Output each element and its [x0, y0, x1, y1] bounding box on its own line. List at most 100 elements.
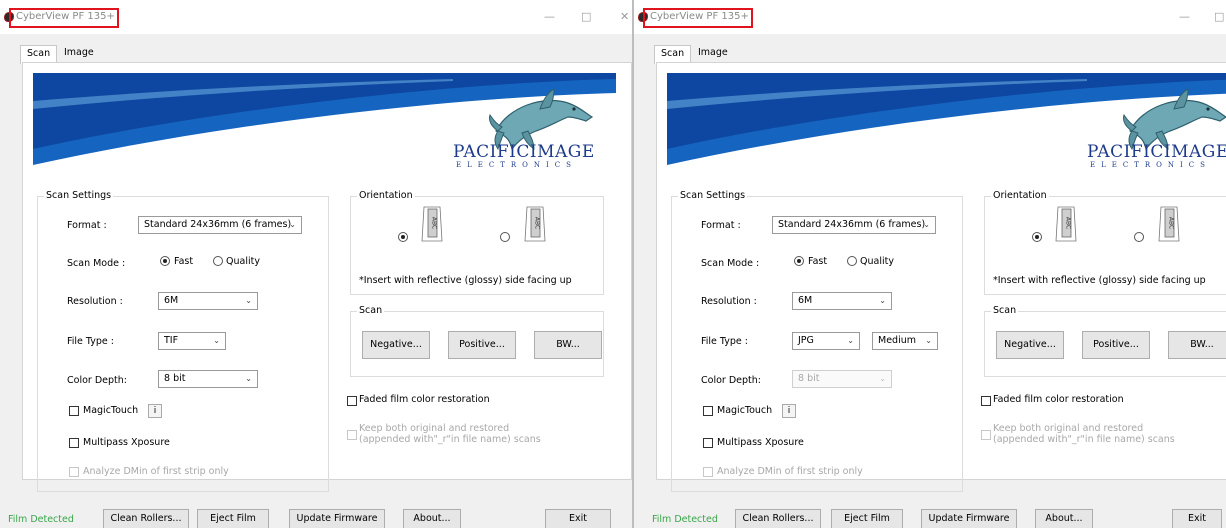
scan-mode-fast-label: Fast — [174, 256, 194, 267]
color-depth-label: Color Depth: — [67, 375, 127, 386]
eject-film-button[interactable]: Eject Film — [831, 509, 903, 528]
scan-mode-quality-radio[interactable] — [847, 256, 857, 266]
negative-button[interactable]: Negative... — [996, 331, 1064, 359]
chevron-down-icon: ⌄ — [245, 296, 252, 305]
multipass-checkbox[interactable] — [69, 438, 79, 448]
eject-film-button[interactable]: Eject Film — [197, 509, 269, 528]
filmstrip-icon — [1158, 206, 1180, 242]
chevron-down-icon: ⌄ — [925, 336, 932, 345]
keep-both-checkbox[interactable] — [981, 430, 991, 440]
resolution-select[interactable]: 6M ⌄ — [158, 292, 258, 310]
resolution-value: 6M — [164, 295, 179, 306]
info-button[interactable]: i — [782, 404, 796, 418]
logo-subtext: ELECTRONICS — [1090, 161, 1211, 169]
about-button[interactable]: About... — [1035, 509, 1093, 528]
magictouch-checkbox[interactable] — [69, 406, 79, 416]
update-firmware-button[interactable]: Update Firmware — [289, 509, 385, 528]
chevron-down-icon: ⌄ — [213, 336, 220, 345]
logo-text: PACIFICIMAGE — [453, 142, 595, 162]
orientation-title: Orientation — [357, 190, 415, 201]
analyze-dmin-checkbox[interactable] — [69, 467, 79, 477]
scan-mode-fast-radio[interactable] — [794, 256, 804, 266]
chevron-down-icon: ⌄ — [245, 374, 252, 383]
scan-settings-title: Scan Settings — [44, 190, 114, 201]
keep-both-label-line1: Keep both original and restored — [993, 423, 1144, 434]
bw-button[interactable]: BW... — [1168, 331, 1226, 359]
minimize-button[interactable]: — — [1179, 10, 1190, 23]
color-depth-select[interactable]: 8 bit ⌄ — [158, 370, 258, 388]
orientation-note: *Insert with reflective (glossy) side fa… — [993, 275, 1206, 286]
logo-subtext: ELECTRONICS — [456, 161, 577, 169]
file-type-label: File Type : — [67, 336, 114, 347]
color-depth-select[interactable]: 8 bit ⌄ — [792, 370, 892, 388]
color-depth-value: 8 bit — [164, 373, 186, 384]
file-type-label: File Type : — [701, 336, 748, 347]
chevron-down-icon: ⌄ — [879, 296, 886, 305]
update-firmware-button[interactable]: Update Firmware — [921, 509, 1017, 528]
scan-group-title: Scan — [357, 305, 385, 316]
scan-mode-label: Scan Mode : — [701, 258, 760, 269]
clean-rollers-button[interactable]: Clean Rollers... — [103, 509, 189, 528]
orientation-note: *Insert with reflective (glossy) side fa… — [359, 275, 572, 286]
keep-both-label-line2: (appended with"_r"in file name) scans — [359, 434, 541, 445]
exit-button[interactable]: Exit — [545, 509, 611, 528]
orientation-option-2-radio[interactable] — [1134, 232, 1144, 242]
clean-rollers-button[interactable]: Clean Rollers... — [735, 509, 821, 528]
faded-film-label: Faded film color restoration — [993, 394, 1124, 405]
faded-film-checkbox[interactable] — [347, 396, 357, 406]
analyze-dmin-label: Analyze DMin of first strip only — [83, 466, 229, 477]
jpg-quality-select[interactable]: Medium ⌄ — [872, 332, 938, 350]
positive-button[interactable]: Positive... — [1082, 331, 1150, 359]
orientation-option-1-radio[interactable] — [1032, 232, 1042, 242]
format-select[interactable]: Standard 24x36mm (6 frames) ⌄ — [138, 216, 302, 234]
analyze-dmin-checkbox[interactable] — [703, 467, 713, 477]
maximize-button[interactable]: □ — [581, 10, 591, 23]
chevron-down-icon: ⌄ — [923, 220, 930, 229]
bw-button[interactable]: BW... — [534, 331, 602, 359]
negative-button[interactable]: Negative... — [362, 331, 430, 359]
orientation-option-2-radio[interactable] — [500, 232, 510, 242]
format-value: Standard 24x36mm (6 frames) — [778, 219, 926, 230]
scan-tab-panel: PACIFICIMAGE ELECTRONICS Scan Settings F… — [22, 62, 632, 492]
faded-film-label: Faded film color restoration — [359, 394, 490, 405]
format-select[interactable]: Standard 24x36mm (6 frames) ⌄ — [772, 216, 936, 234]
close-button[interactable]: ✕ — [620, 10, 629, 23]
exit-button[interactable]: Exit — [1172, 509, 1222, 528]
multipass-label: Multipass Xposure — [717, 437, 804, 448]
banner: PACIFICIMAGE ELECTRONICS — [33, 73, 616, 175]
tab-image-adjustment[interactable]: Image Adjustment — [692, 45, 759, 74]
resolution-select[interactable]: 6M ⌄ — [792, 292, 892, 310]
scan-mode-quality-radio[interactable] — [213, 256, 223, 266]
right-window: CyberView PF 135+ — □ Scan Image Adjustm… — [634, 0, 1226, 528]
scan-mode-label: Scan Mode : — [67, 258, 126, 269]
faded-film-checkbox[interactable] — [981, 396, 991, 406]
film-status: Film Detected — [652, 514, 718, 525]
scan-group-title: Scan — [991, 305, 1019, 316]
title-bar: CyberView PF 135+ — □ — [634, 0, 1226, 34]
color-depth-value: 8 bit — [798, 373, 820, 384]
logo-text: PACIFICIMAGE — [1087, 142, 1226, 162]
orientation-option-1-radio[interactable] — [398, 232, 408, 242]
filmstrip-icon — [421, 206, 443, 242]
positive-button[interactable]: Positive... — [448, 331, 516, 359]
info-button[interactable]: i — [148, 404, 162, 418]
maximize-button[interactable]: □ — [1214, 10, 1224, 23]
about-button[interactable]: About... — [403, 509, 461, 528]
title-bar: CyberView PF 135+ — □ ✕ — [0, 0, 632, 34]
multipass-checkbox[interactable] — [703, 438, 713, 448]
magictouch-label: MagicTouch — [83, 405, 139, 416]
scan-mode-fast-label: Fast — [808, 256, 828, 267]
magictouch-checkbox[interactable] — [703, 406, 713, 416]
keep-both-label-line2: (appended with"_r"in file name) scans — [993, 434, 1175, 445]
file-type-select[interactable]: TIF ⌄ — [158, 332, 226, 350]
keep-both-checkbox[interactable] — [347, 430, 357, 440]
file-type-select[interactable]: JPG ⌄ — [792, 332, 860, 350]
tab-image-adjustment[interactable]: Image Adjustment — [58, 45, 125, 74]
file-type-value: TIF — [164, 335, 179, 346]
keep-both-label-line1: Keep both original and restored — [359, 423, 510, 434]
chevron-down-icon: ⌄ — [289, 220, 296, 229]
scan-tab-panel: PACIFICIMAGE ELECTRONICS Scan Settings F… — [656, 62, 1226, 492]
scan-mode-quality-label: Quality — [860, 256, 894, 267]
minimize-button[interactable]: — — [544, 10, 555, 23]
scan-mode-fast-radio[interactable] — [160, 256, 170, 266]
